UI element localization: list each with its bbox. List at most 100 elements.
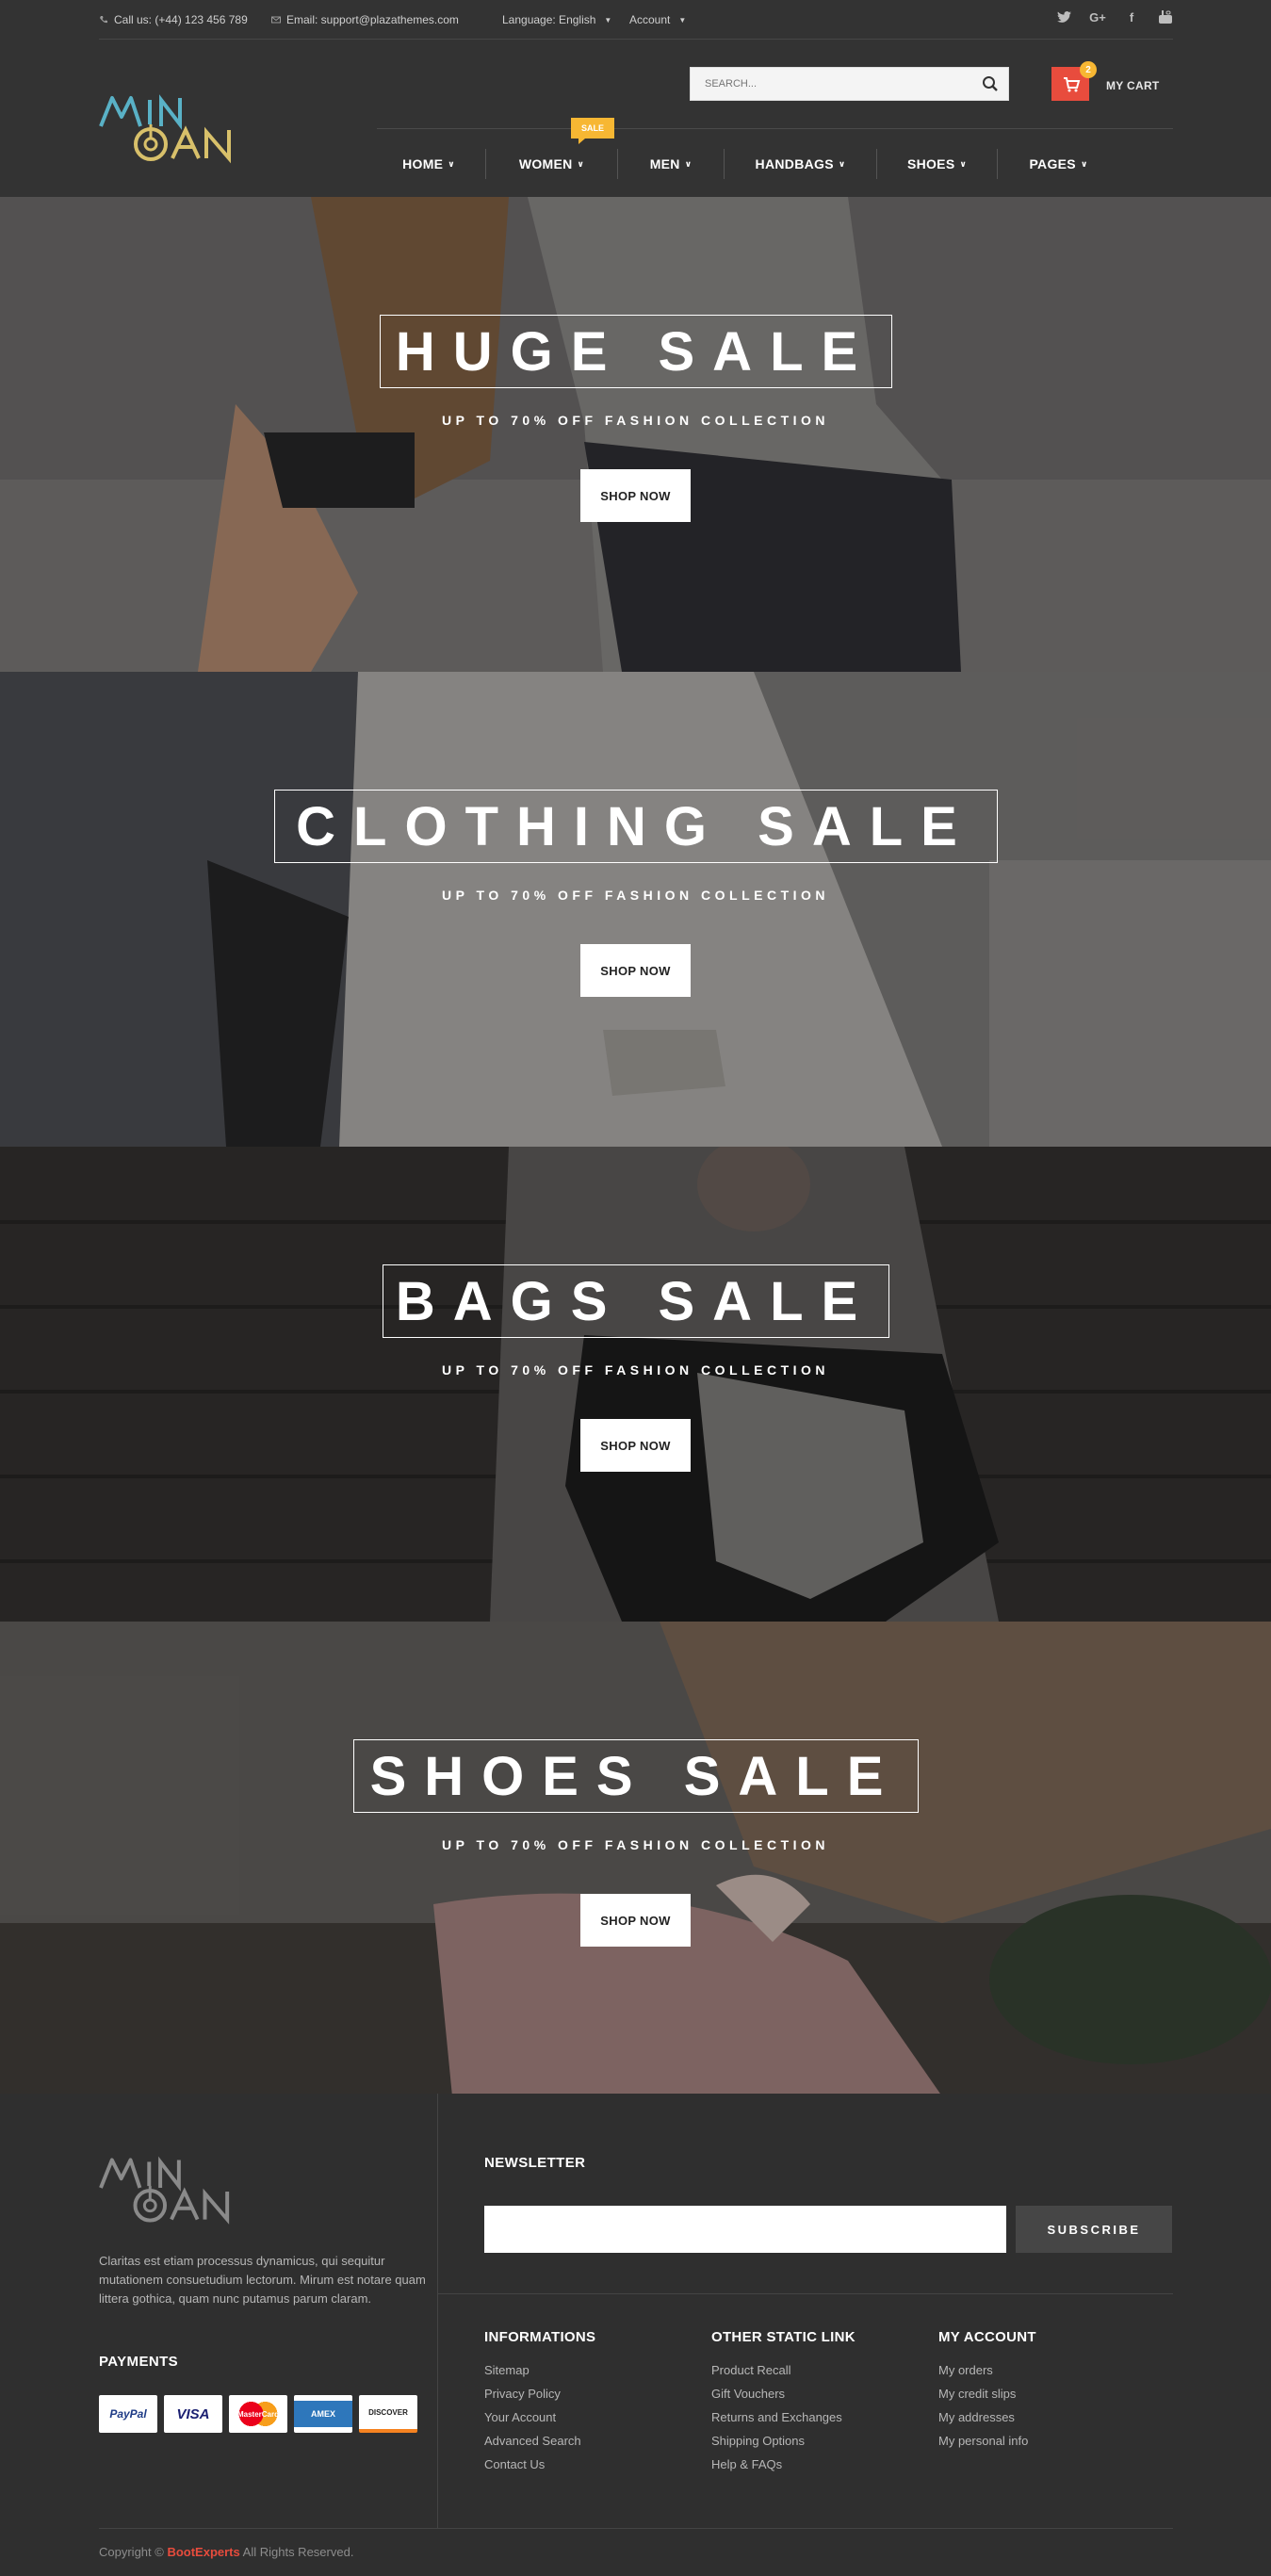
- footer-col-my-account: MY ACCOUNT My orders My credit slips My …: [938, 2329, 1036, 2453]
- youtube-icon[interactable]: [1158, 9, 1173, 24]
- visa-icon: VISA: [164, 2395, 222, 2433]
- search-input[interactable]: [691, 68, 964, 100]
- footer-link[interactable]: Gift Vouchers: [711, 2382, 855, 2405]
- email-text: Email: support@plazathemes.com: [286, 13, 459, 26]
- footer-divider: [437, 2094, 438, 2529]
- shop-now-button[interactable]: SHOP NOW: [580, 469, 691, 522]
- footer-link[interactable]: Returns and Exchanges: [711, 2405, 855, 2429]
- discover-icon: DISCOVER: [359, 2395, 417, 2433]
- shop-now-button[interactable]: SHOP NOW: [580, 1419, 691, 1472]
- newsletter-title: NEWSLETTER: [484, 2155, 586, 2171]
- footer-link[interactable]: Privacy Policy: [484, 2382, 595, 2405]
- cart-count-badge: 2: [1080, 61, 1097, 78]
- copyright-suffix: All Rights Reserved.: [242, 2545, 354, 2559]
- copyright: Copyright © BootExperts All Rights Reser…: [99, 2545, 353, 2559]
- payment-methods: PayPal VISA MasterCard AMEX DISCOVER: [99, 2395, 417, 2433]
- search-icon[interactable]: [982, 75, 999, 92]
- amex-icon: AMEX: [294, 2395, 352, 2433]
- banner-overlay: [0, 1622, 1271, 2096]
- language-dropdown[interactable]: Language: English ▼: [502, 13, 611, 26]
- email-info[interactable]: Email: support@plazathemes.com: [271, 13, 459, 26]
- sale-badge: SALE: [571, 118, 614, 144]
- site-header: Call us: (+44) 123 456 789 Email: suppor…: [0, 0, 1271, 197]
- twitter-icon[interactable]: [1056, 9, 1071, 24]
- social-links: G+ f: [1056, 9, 1173, 24]
- phone-icon: [100, 16, 107, 24]
- banner-subtitle: UP TO 70% OFF FASHION COLLECTION: [441, 888, 830, 903]
- account-dropdown[interactable]: Account ▼: [629, 13, 686, 26]
- footer-link[interactable]: My personal info: [938, 2429, 1036, 2453]
- chevron-down-icon: ∨: [577, 158, 585, 169]
- footer-link[interactable]: My addresses: [938, 2405, 1036, 2429]
- nav-item-pages[interactable]: PAGES ∨: [997, 149, 1119, 179]
- footer-link[interactable]: Sitemap: [484, 2358, 595, 2382]
- payments-title: PAYMENTS: [99, 2354, 179, 2370]
- cart-label[interactable]: MY CART: [1106, 79, 1160, 92]
- nav-item-men[interactable]: MEN ∨: [617, 149, 724, 179]
- banner-overlay: [0, 672, 1271, 1147]
- nav-item-home[interactable]: HOME ∨: [372, 149, 485, 179]
- subscribe-button[interactable]: SUBSCRIBE: [1016, 2206, 1172, 2253]
- search-box: [690, 67, 1009, 101]
- footer-bottom-divider: [99, 2528, 1173, 2529]
- site-footer: Claritas est etiam processus dynamicus, …: [0, 2094, 1271, 2576]
- copyright-brand-link[interactable]: BootExperts: [167, 2545, 239, 2559]
- nav-item-shoes[interactable]: SHOES ∨: [876, 149, 997, 179]
- nav-label: PAGES: [1029, 156, 1076, 171]
- footer-col-title: INFORMATIONS: [484, 2329, 596, 2345]
- paypal-icon: PayPal: [99, 2395, 157, 2433]
- nav-divider: [377, 128, 1173, 129]
- phone-info: Call us: (+44) 123 456 789: [99, 13, 248, 26]
- banner-overlay: [0, 1147, 1271, 1622]
- footer-col-other-static-link: OTHER STATIC LINK Product Recall Gift Vo…: [711, 2329, 855, 2476]
- shop-now-button[interactable]: SHOP NOW: [580, 944, 691, 997]
- nav-label: HOME: [402, 156, 444, 171]
- banner-bags-sale: BAGS SALE UP TO 70% OFF FASHION COLLECTI…: [0, 1147, 1271, 1622]
- footer-col-informations: INFORMATIONS Sitemap Privacy Policy Your…: [484, 2329, 595, 2476]
- banner-title: CLOTHING SALE: [273, 790, 998, 863]
- footer-link[interactable]: Your Account: [484, 2405, 595, 2429]
- shop-now-button[interactable]: SHOP NOW: [580, 1894, 691, 1947]
- nav-label: MEN: [649, 156, 680, 171]
- site-logo[interactable]: [99, 92, 240, 166]
- footer-link[interactable]: Help & FAQs: [711, 2453, 855, 2476]
- phone-text: Call us: (+44) 123 456 789: [114, 13, 248, 26]
- nav-item-handbags[interactable]: HANDBAGS ∨: [724, 149, 876, 179]
- chevron-down-icon: ∨: [838, 158, 846, 169]
- top-bar: Call us: (+44) 123 456 789 Email: suppor…: [99, 0, 1173, 40]
- banner-subtitle: UP TO 70% OFF FASHION COLLECTION: [441, 413, 830, 428]
- footer-link[interactable]: Advanced Search: [484, 2429, 595, 2453]
- copyright-prefix: Copyright ©: [99, 2545, 164, 2559]
- account-label: Account: [629, 13, 671, 26]
- language-label: Language: English: [502, 13, 596, 26]
- footer-link[interactable]: Product Recall: [711, 2358, 855, 2382]
- main-nav: HOME ∨ WOMEN ∨ MEN ∨ HANDBAGS ∨ SHOES ∨ PAGES…: [372, 149, 1119, 179]
- banner-title: HUGE SALE: [379, 315, 892, 388]
- chevron-down-icon: ∨: [448, 158, 455, 169]
- footer-description: Claritas est etiam processus dynamicus, …: [99, 2254, 426, 2306]
- footer-link[interactable]: Contact Us: [484, 2453, 595, 2476]
- footer-col-title: MY ACCOUNT: [938, 2329, 1036, 2345]
- banner-title: SHOES SALE: [352, 1739, 919, 1813]
- nav-label: SHOES: [906, 156, 955, 171]
- banner-subtitle: UP TO 70% OFF FASHION COLLECTION: [441, 1837, 830, 1852]
- footer-logo[interactable]: [99, 2153, 238, 2228]
- footer-link[interactable]: My orders: [938, 2358, 1036, 2382]
- newsletter-email-input[interactable]: [484, 2206, 1006, 2253]
- google-plus-icon[interactable]: G+: [1089, 9, 1106, 24]
- banner-subtitle: UP TO 70% OFF FASHION COLLECTION: [441, 1362, 830, 1378]
- chevron-down-icon: ∨: [959, 158, 968, 169]
- banner-overlay: [0, 197, 1271, 672]
- envelope-icon: [271, 16, 281, 24]
- nav-item-women[interactable]: WOMEN ∨: [485, 149, 617, 179]
- nav-label: WOMEN: [518, 156, 573, 171]
- chevron-down-icon: ▼: [604, 15, 612, 24]
- chevron-down-icon: ∨: [684, 158, 693, 169]
- banner-shoes-sale: SHOES SALE UP TO 70% OFF FASHION COLLECT…: [0, 1622, 1271, 2096]
- footer-hline: [438, 2293, 1173, 2294]
- facebook-icon[interactable]: f: [1124, 9, 1139, 24]
- mastercard-icon: MasterCard: [229, 2395, 287, 2433]
- footer-link[interactable]: Shipping Options: [711, 2429, 855, 2453]
- banner-title: BAGS SALE: [382, 1264, 889, 1338]
- footer-link[interactable]: My credit slips: [938, 2382, 1036, 2405]
